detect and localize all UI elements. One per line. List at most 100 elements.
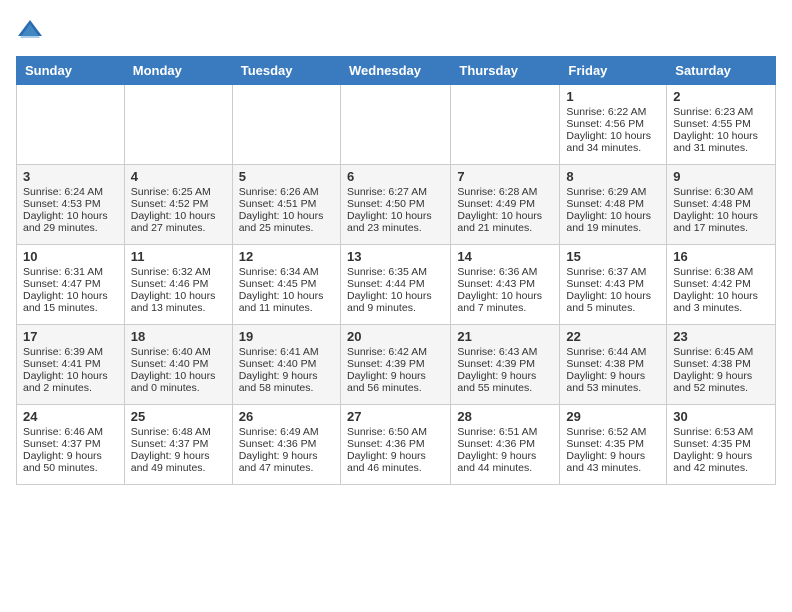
day-info-line: Sunset: 4:41 PM [23, 358, 118, 370]
day-info-line: Sunrise: 6:48 AM [131, 426, 226, 438]
day-info-line: Sunset: 4:38 PM [566, 358, 660, 370]
page-header [16, 16, 776, 44]
day-header-thursday: Thursday [451, 57, 560, 85]
day-header-friday: Friday [560, 57, 667, 85]
day-number: 4 [131, 169, 226, 184]
day-info-line: Sunset: 4:53 PM [23, 198, 118, 210]
day-number: 14 [457, 249, 553, 264]
day-info-line: Sunset: 4:47 PM [23, 278, 118, 290]
calendar-cell [232, 85, 340, 165]
calendar-cell [124, 85, 232, 165]
day-number: 2 [673, 89, 769, 104]
day-info-line: Sunrise: 6:27 AM [347, 186, 444, 198]
calendar-cell: 11Sunrise: 6:32 AMSunset: 4:46 PMDayligh… [124, 245, 232, 325]
day-number: 12 [239, 249, 334, 264]
day-info-line: Daylight: 10 hours and 15 minutes. [23, 290, 118, 314]
day-number: 27 [347, 409, 444, 424]
calendar-cell: 29Sunrise: 6:52 AMSunset: 4:35 PMDayligh… [560, 405, 667, 485]
day-info-line: Daylight: 9 hours and 46 minutes. [347, 450, 444, 474]
day-info-line: Daylight: 10 hours and 13 minutes. [131, 290, 226, 314]
calendar-cell: 23Sunrise: 6:45 AMSunset: 4:38 PMDayligh… [667, 325, 776, 405]
day-info-line: Sunrise: 6:41 AM [239, 346, 334, 358]
day-info-line: Daylight: 10 hours and 29 minutes. [23, 210, 118, 234]
calendar-week-row: 1Sunrise: 6:22 AMSunset: 4:56 PMDaylight… [17, 85, 776, 165]
calendar-cell: 15Sunrise: 6:37 AMSunset: 4:43 PMDayligh… [560, 245, 667, 325]
day-info-line: Sunset: 4:44 PM [347, 278, 444, 290]
day-info-line: Daylight: 10 hours and 11 minutes. [239, 290, 334, 314]
calendar-cell [340, 85, 450, 165]
calendar-week-row: 24Sunrise: 6:46 AMSunset: 4:37 PMDayligh… [17, 405, 776, 485]
day-info-line: Daylight: 9 hours and 47 minutes. [239, 450, 334, 474]
day-info-line: Daylight: 9 hours and 42 minutes. [673, 450, 769, 474]
day-number: 18 [131, 329, 226, 344]
calendar-cell: 30 Sunrise: 6:53 AMSunset: 4:35 PMDayligh… [667, 405, 776, 485]
calendar-cell: 18Sunrise: 6:40 AMSunset: 4:40 PMDayligh… [124, 325, 232, 405]
calendar-cell: 7Sunrise: 6:28 AMSunset: 4:49 PMDaylight… [451, 165, 560, 245]
day-info-line: Sunrise: 6:42 AM [347, 346, 444, 358]
day-info-line: Daylight: 9 hours and 44 minutes. [457, 450, 553, 474]
calendar-body: 1Sunrise: 6:22 AMSunset: 4:56 PMDaylight… [17, 85, 776, 485]
calendar-cell: 20Sunrise: 6:42 AMSunset: 4:39 PMDayligh… [340, 325, 450, 405]
day-number: 5 [239, 169, 334, 184]
day-info-line: Daylight: 9 hours and 50 minutes. [23, 450, 118, 474]
logo [16, 16, 46, 44]
day-info-line: Sunset: 4:52 PM [131, 198, 226, 210]
day-number: 21 [457, 329, 553, 344]
day-number: 6 [347, 169, 444, 184]
day-info-line: Sunrise: 6:50 AM [347, 426, 444, 438]
calendar-cell: 25Sunrise: 6:48 AMSunset: 4:37 PMDayligh… [124, 405, 232, 485]
day-number: 25 [131, 409, 226, 424]
day-number: 30 [673, 409, 769, 424]
day-number: 10 [23, 249, 118, 264]
day-info-line: Sunrise: 6:32 AM [131, 266, 226, 278]
day-info-line: Sunrise: 6:36 AM [457, 266, 553, 278]
calendar-header-row: SundayMondayTuesdayWednesdayThursdayFrid… [17, 57, 776, 85]
day-info-line: Daylight: 10 hours and 3 minutes. [673, 290, 769, 314]
day-info-line: Daylight: 9 hours and 53 minutes. [566, 370, 660, 394]
day-number: 19 [239, 329, 334, 344]
day-info-line: Sunrise: 6:22 AM [566, 106, 660, 118]
day-number: 20 [347, 329, 444, 344]
logo-icon [16, 16, 44, 44]
day-info-line: Daylight: 10 hours and 7 minutes. [457, 290, 553, 314]
day-info-line: Daylight: 10 hours and 9 minutes. [347, 290, 444, 314]
day-info-line: Sunset: 4:48 PM [566, 198, 660, 210]
day-number: 22 [566, 329, 660, 344]
calendar-week-row: 17Sunrise: 6:39 AMSunset: 4:41 PMDayligh… [17, 325, 776, 405]
calendar-cell: 21Sunrise: 6:43 AMSunset: 4:39 PMDayligh… [451, 325, 560, 405]
day-info-line: Sunrise: 6:53 AM [673, 426, 769, 438]
day-info-line: Sunset: 4:42 PM [673, 278, 769, 290]
day-info-line: Sunset: 4:50 PM [347, 198, 444, 210]
day-info-line: Sunset: 4:49 PM [457, 198, 553, 210]
day-info-line: Sunset: 4:35 PM [673, 438, 769, 450]
day-number: 29 [566, 409, 660, 424]
day-info-line: Sunset: 4:46 PM [131, 278, 226, 290]
day-info-line: Daylight: 9 hours and 43 minutes. [566, 450, 660, 474]
day-info-line: Sunset: 4:39 PM [347, 358, 444, 370]
calendar-week-row: 10Sunrise: 6:31 AMSunset: 4:47 PMDayligh… [17, 245, 776, 325]
calendar-cell: 27Sunrise: 6:50 AMSunset: 4:36 PMDayligh… [340, 405, 450, 485]
calendar-cell: 19Sunrise: 6:41 AMSunset: 4:40 PMDayligh… [232, 325, 340, 405]
calendar-cell: 2Sunrise: 6:23 AMSunset: 4:55 PMDaylight… [667, 85, 776, 165]
day-info-line: Sunrise: 6:39 AM [23, 346, 118, 358]
day-info-line: Sunset: 4:37 PM [131, 438, 226, 450]
day-number: 15 [566, 249, 660, 264]
calendar-week-row: 3Sunrise: 6:24 AMSunset: 4:53 PMDaylight… [17, 165, 776, 245]
day-info-line: Sunset: 4:38 PM [673, 358, 769, 370]
day-info-line: Daylight: 9 hours and 55 minutes. [457, 370, 553, 394]
day-info-line: Daylight: 10 hours and 0 minutes. [131, 370, 226, 394]
day-info-line: Daylight: 10 hours and 27 minutes. [131, 210, 226, 234]
day-info-line: Sunset: 4:39 PM [457, 358, 553, 370]
day-number: 3 [23, 169, 118, 184]
day-info-line: Daylight: 10 hours and 19 minutes. [566, 210, 660, 234]
calendar-cell: 8Sunrise: 6:29 AMSunset: 4:48 PMDaylight… [560, 165, 667, 245]
calendar-cell: 9Sunrise: 6:30 AMSunset: 4:48 PMDaylight… [667, 165, 776, 245]
day-info-line: Sunrise: 6:30 AM [673, 186, 769, 198]
day-info-line: Daylight: 9 hours and 58 minutes. [239, 370, 334, 394]
day-header-wednesday: Wednesday [340, 57, 450, 85]
day-info-line: Sunset: 4:43 PM [566, 278, 660, 290]
day-info-line: Sunrise: 6:31 AM [23, 266, 118, 278]
day-info-line: Sunset: 4:35 PM [566, 438, 660, 450]
day-header-monday: Monday [124, 57, 232, 85]
day-info-line: Daylight: 10 hours and 5 minutes. [566, 290, 660, 314]
